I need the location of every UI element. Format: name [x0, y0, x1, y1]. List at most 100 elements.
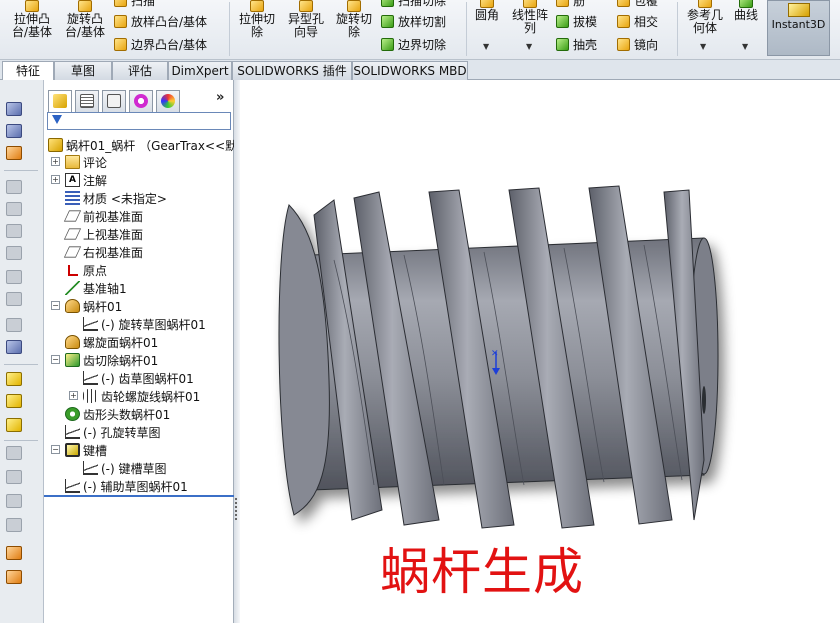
- curves-dropdown-icon[interactable]: ▼: [742, 42, 748, 51]
- tree-item-revolve-worm[interactable]: 蜗杆01: [65, 297, 122, 315]
- intersect-button[interactable]: 相交: [617, 12, 658, 30]
- draft-button[interactable]: 拔模: [556, 12, 597, 30]
- tab-solidworks-mbd[interactable]: SOLIDWORKS MBD: [352, 61, 468, 80]
- reference-geometry-dropdown-icon[interactable]: ▼: [700, 42, 706, 51]
- group-icon[interactable]: [6, 494, 22, 508]
- tree-item-keyway[interactable]: 键槽: [65, 441, 107, 459]
- revolve-feature-icon[interactable]: [6, 394, 22, 408]
- intersect-label: 相交: [634, 14, 659, 29]
- shell-button[interactable]: 抽壳: [556, 35, 597, 53]
- graphics-area[interactable]: ✕ 蜗杆生成: [234, 80, 840, 623]
- line-tool-icon[interactable]: [6, 224, 22, 238]
- tab-dimxpert-manager[interactable]: [129, 90, 153, 112]
- collapse-toggle-icon[interactable]: −: [51, 355, 60, 364]
- tree-item-top-plane[interactable]: 上视基准面: [63, 225, 143, 243]
- scene-icon[interactable]: [6, 570, 22, 584]
- expand-panel-icon[interactable]: »: [216, 90, 224, 105]
- tree-item-origin[interactable]: 原点: [65, 261, 107, 279]
- sweep-boss-button[interactable]: 扫描: [114, 0, 155, 9]
- align-icon[interactable]: [6, 446, 22, 460]
- tree-item-label: 齿轮螺旋线蜗杆01: [101, 389, 201, 404]
- fillet-button[interactable]: 圆角: [470, 0, 504, 22]
- tree-item-keyway-sketch[interactable]: (-) 键槽草图: [83, 459, 167, 477]
- rib-button[interactable]: 筋: [556, 0, 585, 9]
- boundary-boss-button[interactable]: 边界凸台/基体: [114, 35, 207, 53]
- tab-sketch[interactable]: 草图: [54, 61, 112, 80]
- appearance-icon[interactable]: [6, 546, 22, 560]
- relations-icon[interactable]: [6, 318, 22, 332]
- tab-property-manager[interactable]: [75, 90, 99, 112]
- view-display-icon[interactable]: [6, 124, 22, 138]
- smart-dimension-icon[interactable]: [6, 202, 22, 216]
- lofted-cut-button[interactable]: 放样切割: [381, 12, 446, 30]
- tree-item-tooth-sketch[interactable]: (-) 齿草图蜗杆01: [83, 369, 194, 387]
- tree-item-axis1[interactable]: 基准轴1: [65, 279, 127, 297]
- tree-item-front-plane[interactable]: 前视基准面: [63, 207, 143, 225]
- tree-item-hole-sketch[interactable]: (-) 孔旋转草图: [65, 423, 161, 441]
- tab-solidworks-addins[interactable]: SOLIDWORKS 插件: [232, 61, 352, 80]
- tab-configuration-manager[interactable]: [102, 90, 126, 112]
- tree-item-label: 键槽: [83, 443, 108, 458]
- sketch-tool-icon[interactable]: [6, 180, 22, 194]
- tree-item-helicoid[interactable]: 螺旋面蜗杆01: [65, 333, 158, 351]
- mirror-icon: [617, 37, 630, 51]
- view-orientation-icon[interactable]: [6, 102, 22, 116]
- instant3d-button[interactable]: Instant3D: [767, 0, 830, 56]
- measure-icon[interactable]: [6, 340, 22, 354]
- plane-icon: [63, 246, 82, 258]
- tree-root-part[interactable]: 蜗杆01_蜗杆 （GearTrax<<默: [48, 136, 237, 154]
- section-view-icon[interactable]: [6, 146, 22, 160]
- part-icon: [48, 138, 63, 152]
- boundary-cut-label: 边界切除: [398, 37, 447, 52]
- expand-toggle-icon[interactable]: +: [69, 391, 78, 400]
- expand-toggle-icon[interactable]: +: [51, 175, 60, 184]
- offset-tool-icon[interactable]: [6, 292, 22, 306]
- panel-splitter[interactable]: [234, 80, 240, 623]
- boundary-cut-button[interactable]: 边界切除: [381, 35, 446, 53]
- tree-item-gear-helix[interactable]: 齿轮螺旋线蜗杆01: [83, 387, 200, 405]
- tab-features[interactable]: 特征: [2, 61, 54, 81]
- tree-item-revolve-sketch[interactable]: (-) 旋转草图蜗杆01: [83, 315, 206, 333]
- linear-pattern-dropdown-icon[interactable]: ▼: [526, 42, 532, 51]
- loft-boss-button[interactable]: 放样凸台/基体: [114, 12, 207, 30]
- tree-item-annotations[interactable]: A 注解: [65, 171, 107, 189]
- mirror-button[interactable]: 镜向: [617, 35, 658, 53]
- extrude-boss-button[interactable]: 拉伸凸 台/基体: [8, 0, 56, 39]
- rollback-bar[interactable]: [44, 495, 234, 497]
- tree-filter-input[interactable]: [47, 112, 231, 130]
- tab-display-manager[interactable]: [156, 90, 180, 112]
- extrude-feature-icon[interactable]: [6, 372, 22, 386]
- layer-icon[interactable]: [6, 518, 22, 532]
- tab-evaluate[interactable]: 评估: [112, 61, 168, 80]
- pattern-feature-icon[interactable]: [6, 418, 22, 432]
- revolve-boss-button[interactable]: 旋转凸 台/基体: [60, 0, 110, 39]
- extrude-cut-button[interactable]: 拉伸切 除: [234, 0, 280, 39]
- revolve-cut-button[interactable]: 旋转切 除: [331, 0, 377, 39]
- arc-tool-icon[interactable]: [6, 246, 22, 260]
- splitter-grip-icon[interactable]: [235, 498, 239, 520]
- expand-toggle-icon[interactable]: +: [51, 157, 60, 166]
- tree-item-label: (-) 键槽草图: [101, 461, 167, 476]
- tree-item-tooth-cut[interactable]: 齿切除蜗杆01: [65, 351, 158, 369]
- hole-wizard-button[interactable]: 异型孔 向导: [282, 0, 330, 39]
- rib-icon: [556, 0, 569, 7]
- wrap-icon: [617, 0, 630, 7]
- collapse-toggle-icon[interactable]: −: [51, 445, 60, 454]
- tree-item-comments[interactable]: 评论: [65, 153, 107, 171]
- fillet-dropdown-icon[interactable]: ▼: [483, 42, 489, 51]
- tab-feature-tree[interactable]: [48, 90, 72, 112]
- distribute-icon[interactable]: [6, 470, 22, 484]
- curves-button[interactable]: 曲线: [730, 0, 762, 22]
- tree-item-material[interactable]: 材质 <未指定>: [65, 189, 167, 207]
- wrap-button[interactable]: 包覆: [617, 0, 658, 9]
- spline-tool-icon[interactable]: [6, 270, 22, 284]
- swept-cut-button[interactable]: 扫描切除: [381, 0, 446, 9]
- collapse-toggle-icon[interactable]: −: [51, 301, 60, 310]
- reference-geometry-button[interactable]: 参考几 何体: [682, 0, 728, 35]
- tree-item-aux-sketch[interactable]: (-) 辅助草图蜗杆01: [65, 477, 188, 495]
- tab-dimxpert[interactable]: DimXpert: [168, 61, 232, 80]
- sketch-icon: [65, 425, 80, 439]
- tree-item-tooth-pattern[interactable]: 齿形头数蜗杆01: [65, 405, 170, 423]
- linear-pattern-button[interactable]: 线性阵 列: [508, 0, 552, 35]
- tree-item-right-plane[interactable]: 右视基准面: [63, 243, 143, 261]
